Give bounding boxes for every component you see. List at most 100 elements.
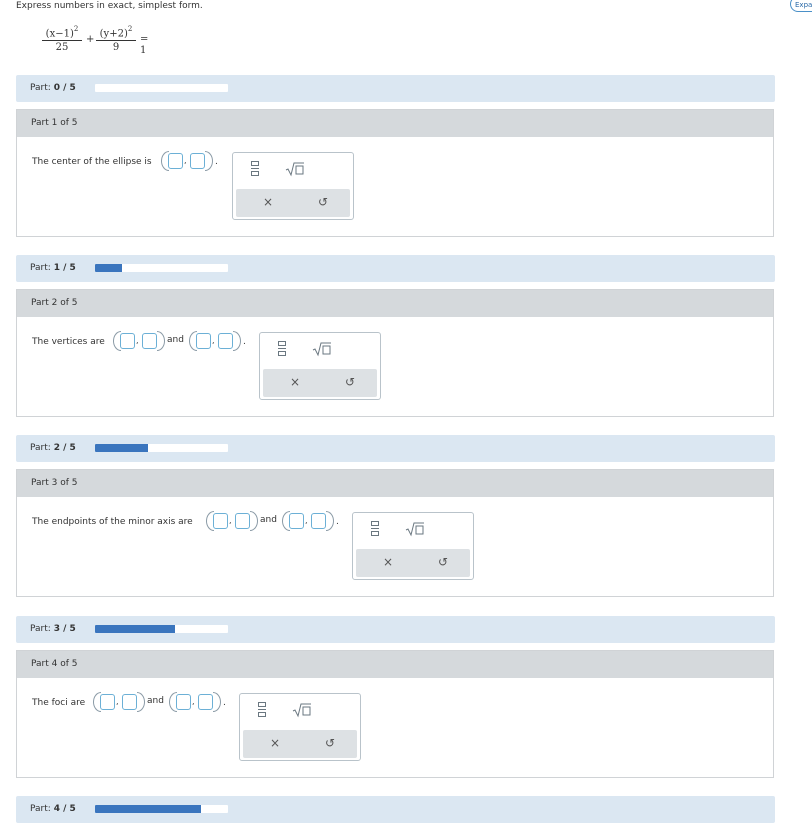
part-panel-1: Part 1 of 5 The center of the ellipse is…: [16, 109, 774, 237]
progress-label: Part: 1 / 5: [30, 263, 76, 273]
comma: ,: [184, 156, 187, 165]
part-header: Part 2 of 5: [17, 290, 773, 317]
palette-actions: × ↺: [236, 189, 350, 217]
progress-label: Part: 2 / 5: [30, 443, 76, 453]
vertex1-y-input[interactable]: [142, 333, 157, 349]
and-word: and: [260, 515, 277, 525]
comma: ,: [192, 697, 195, 706]
term2-denominator: 9: [112, 42, 120, 54]
equals-one: = 1: [140, 34, 149, 56]
focus1-y-input[interactable]: [122, 694, 137, 710]
vertex2-x-input[interactable]: [196, 333, 211, 349]
comma: ,: [212, 336, 215, 345]
minor2-x-input[interactable]: [289, 513, 304, 529]
progress-label: Part: 4 / 5: [30, 804, 76, 814]
period: .: [223, 698, 226, 708]
undo-icon[interactable]: ↺: [318, 195, 328, 209]
square-root-icon[interactable]: [292, 702, 312, 718]
expand-button[interactable]: Expa: [790, 0, 812, 12]
math-palette: × ↺: [352, 512, 474, 580]
square-root-icon[interactable]: [312, 341, 332, 357]
right-paren: [233, 331, 241, 351]
question-text: The center of the ellipse is: [32, 157, 152, 167]
question-text: The foci are: [32, 698, 86, 708]
progress-bar-3: Part: 3 / 5: [16, 616, 775, 643]
equation-term-1: (x−1)2 25: [42, 24, 82, 54]
center-x-input[interactable]: [168, 153, 183, 169]
minor1-x-input[interactable]: [213, 513, 228, 529]
instructions-text: Express numbers in exact, simplest form.: [16, 1, 203, 11]
math-palette: × ↺: [259, 332, 381, 400]
and-word: and: [147, 696, 164, 706]
right-paren: [137, 692, 145, 712]
clear-icon[interactable]: ×: [263, 195, 273, 209]
progress-track: [95, 84, 228, 92]
right-paren: [205, 151, 213, 171]
square-root-icon[interactable]: [285, 161, 305, 177]
progress-fill: [95, 625, 175, 633]
term1-numerator: (x−1): [45, 28, 74, 40]
progress-track: [95, 264, 228, 272]
and-word: and: [167, 335, 184, 345]
undo-icon[interactable]: ↺: [325, 736, 335, 750]
part-header: Part 3 of 5: [17, 470, 773, 497]
progress-track: [95, 444, 228, 452]
vertex1-x-input[interactable]: [120, 333, 135, 349]
comma: ,: [116, 697, 119, 706]
progress-bar-1: Part: 1 / 5: [16, 255, 775, 282]
part-header: Part 1 of 5: [17, 110, 773, 137]
question-text: The vertices are: [32, 337, 105, 347]
progress-fill: [95, 444, 149, 452]
math-palette: × ↺: [239, 693, 361, 761]
progress-bar-2: Part: 2 / 5: [16, 435, 775, 462]
center-y-input[interactable]: [190, 153, 205, 169]
progress-track: [95, 805, 228, 813]
math-palette: × ↺: [232, 152, 354, 220]
term1-denominator: 25: [55, 42, 69, 54]
right-paren: [157, 331, 165, 351]
fraction-icon[interactable]: [278, 341, 286, 357]
palette-actions: × ↺: [263, 369, 377, 397]
progress-track: [95, 625, 228, 633]
clear-icon[interactable]: ×: [383, 555, 393, 569]
focus1-x-input[interactable]: [100, 694, 115, 710]
comma: ,: [305, 516, 308, 525]
part-panel-3: Part 3 of 5 The endpoints of the minor a…: [16, 469, 774, 597]
period: .: [215, 157, 218, 167]
part-panel-2: Part 2 of 5 The vertices are , and , . ×…: [16, 289, 774, 417]
right-paren: [326, 511, 334, 531]
undo-icon[interactable]: ↺: [345, 375, 355, 389]
progress-bar-0: Part: 0 / 5: [16, 75, 775, 102]
period: .: [336, 517, 339, 527]
palette-actions: × ↺: [356, 549, 470, 577]
clear-icon[interactable]: ×: [270, 736, 280, 750]
progress-bar-4: Part: 4 / 5: [16, 796, 775, 823]
progress-fill: [95, 264, 122, 272]
right-paren: [250, 511, 258, 531]
square-root-icon[interactable]: [405, 521, 425, 537]
progress-label: Part: 0 / 5: [30, 83, 76, 93]
undo-icon[interactable]: ↺: [438, 555, 448, 569]
focus2-y-input[interactable]: [198, 694, 213, 710]
palette-actions: × ↺: [243, 730, 357, 758]
term1-exponent: 2: [73, 25, 79, 33]
comma: ,: [229, 516, 232, 525]
part-panel-4: Part 4 of 5 The foci are , and , . × ↺: [16, 650, 774, 778]
progress-label: Part: 3 / 5: [30, 624, 76, 634]
progress-fill: [95, 805, 202, 813]
comma: ,: [136, 336, 139, 345]
focus2-x-input[interactable]: [176, 694, 191, 710]
term2-exponent: 2: [127, 25, 133, 33]
period: .: [243, 337, 246, 347]
vertex2-y-input[interactable]: [218, 333, 233, 349]
term2-numerator: (y+2): [99, 28, 128, 40]
fraction-icon[interactable]: [251, 161, 259, 177]
fraction-icon[interactable]: [371, 521, 379, 537]
fraction-icon[interactable]: [258, 702, 266, 718]
equation-term-2: (y+2)2 9: [96, 24, 136, 54]
plus-sign: +: [86, 34, 95, 45]
clear-icon[interactable]: ×: [290, 375, 300, 389]
minor1-y-input[interactable]: [235, 513, 250, 529]
part-header: Part 4 of 5: [17, 651, 773, 678]
minor2-y-input[interactable]: [311, 513, 326, 529]
